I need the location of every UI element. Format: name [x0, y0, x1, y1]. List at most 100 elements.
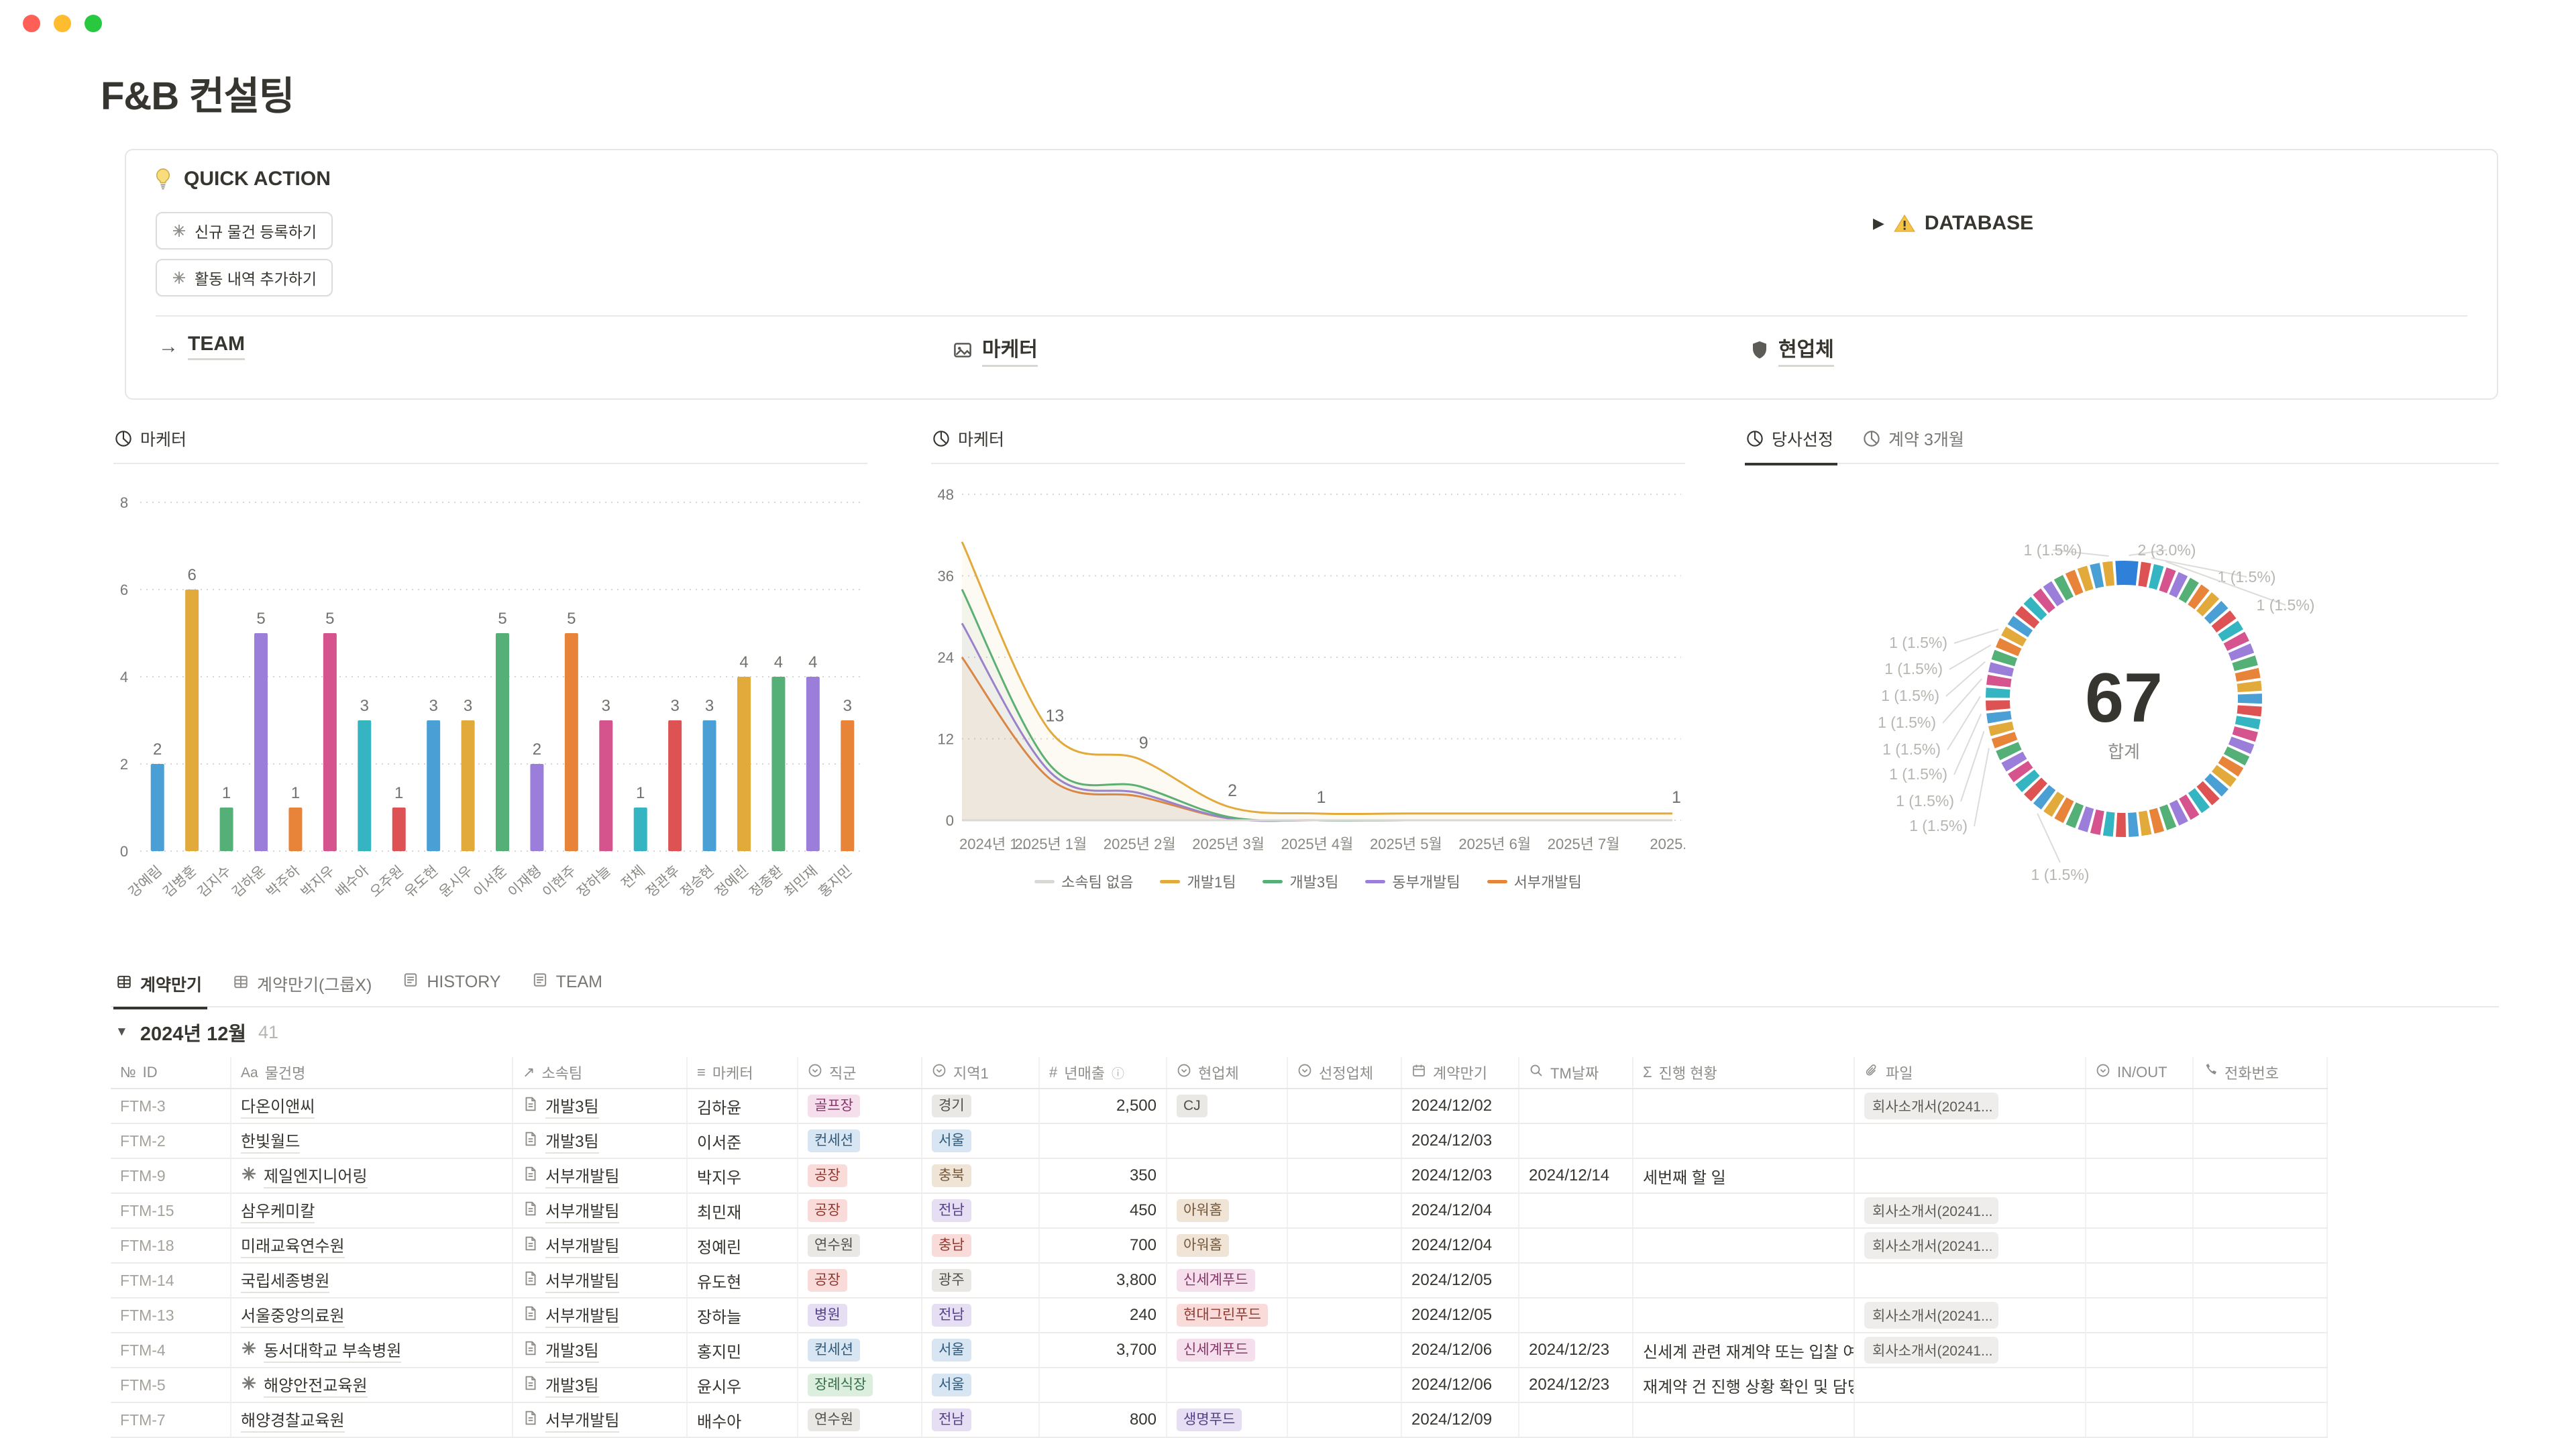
table-row[interactable]: FTM-9제일엔지니어링서부개발팀박지우공장충북3502024/12/03202…	[111, 1159, 2328, 1194]
cell-TM날짜[interactable]: 2024/12/14	[1519, 1159, 1633, 1193]
cell-마케터[interactable]: 이서준	[688, 1124, 798, 1158]
cell-소속팀[interactable]: 개발3팀	[513, 1333, 688, 1367]
team-link[interactable]: 개발3팀	[545, 1337, 599, 1363]
cell-소속팀[interactable]: 개발3팀	[513, 1368, 688, 1402]
property-name-link[interactable]: 국립세종병원	[241, 1268, 329, 1293]
cell-파일[interactable]: 회사소개서(20241...	[1855, 1333, 2086, 1367]
minimize-button[interactable]	[54, 15, 71, 32]
cell-년매출[interactable]	[1040, 1368, 1167, 1402]
cell-ID[interactable]: FTM-15	[111, 1194, 231, 1227]
cell-계약만기[interactable]: 2024/12/06	[1402, 1368, 1519, 1402]
cell-TM날짜[interactable]	[1519, 1264, 1633, 1297]
cell-현업체[interactable]	[1167, 1159, 1288, 1193]
cell-파일[interactable]	[1855, 1264, 2086, 1297]
cell-ID[interactable]: FTM-18	[111, 1229, 231, 1262]
cell-ID[interactable]: FTM-9	[111, 1159, 231, 1193]
table-row[interactable]: FTM-3다온이앤씨개발3팀김하윤골프장경기2,500CJ2024/12/02회…	[111, 1089, 2328, 1124]
cell-마케터[interactable]: 배수아	[688, 1403, 798, 1437]
cell-진행 현황[interactable]	[1633, 1124, 1855, 1158]
legend-item[interactable]: 소속팀 없음	[1034, 871, 1133, 892]
cell-선정업체[interactable]	[1288, 1264, 1402, 1297]
cell-ID[interactable]: FTM-2	[111, 1124, 231, 1158]
close-button[interactable]	[23, 15, 40, 32]
cell-현업체[interactable]: 생명푸드	[1167, 1403, 1288, 1437]
cell-선정업체[interactable]	[1288, 1159, 1402, 1193]
cell-소속팀[interactable]: 서부개발팀	[513, 1194, 688, 1227]
cell-IN/OUT[interactable]	[2086, 1333, 2194, 1367]
cell-마케터[interactable]: 정예린	[688, 1229, 798, 1262]
tab-marketer-bar[interactable]: 마케터	[113, 423, 191, 463]
cell-계약만기[interactable]: 2024/12/04	[1402, 1194, 1519, 1227]
link-contractor[interactable]: 현업체	[1750, 333, 1834, 367]
cell-ID[interactable]: FTM-13	[111, 1298, 231, 1332]
legend-item[interactable]: 동부개발팀	[1365, 871, 1460, 892]
cell-파일[interactable]: 회사소개서(20241...	[1855, 1194, 2086, 1227]
cell-년매출[interactable]	[1040, 1124, 1167, 1158]
cell-마케터[interactable]: 유도현	[688, 1264, 798, 1297]
file-chip[interactable]: 회사소개서(20241...	[1864, 1337, 1998, 1364]
cell-직군[interactable]: 공장	[798, 1264, 922, 1297]
cell-ID[interactable]: FTM-4	[111, 1333, 231, 1367]
cell-직군[interactable]: 연수원	[798, 1403, 922, 1437]
table-row[interactable]: FTM-4동서대학교 부속병원개발3팀홍지민컨세션서울3,700신세계푸드202…	[111, 1333, 2328, 1368]
cell-현업체[interactable]: 아워홈	[1167, 1229, 1288, 1262]
cell-진행 현황[interactable]: 재계약 건 진행 상황 확인 및 담당자	[1633, 1368, 1855, 1402]
property-name-link[interactable]: 해양안전교육원	[264, 1372, 368, 1398]
cell-전화번호[interactable]	[2194, 1264, 2328, 1297]
cell-지역1[interactable]: 광주	[922, 1264, 1040, 1297]
cell-IN/OUT[interactable]	[2086, 1298, 2194, 1332]
column-header-지역1[interactable]: 지역1	[922, 1057, 1040, 1088]
cell-파일[interactable]	[1855, 1368, 2086, 1402]
cell-지역1[interactable]: 서울	[922, 1333, 1040, 1367]
cell-년매출[interactable]: 2,500	[1040, 1089, 1167, 1123]
cell-현업체[interactable]	[1167, 1368, 1288, 1402]
property-name-link[interactable]: 미래교육연수원	[241, 1233, 345, 1258]
cell-ID[interactable]: FTM-3	[111, 1089, 231, 1123]
cell-년매출[interactable]: 350	[1040, 1159, 1167, 1193]
team-link[interactable]: 개발3팀	[545, 1372, 599, 1398]
cell-파일[interactable]	[1855, 1403, 2086, 1437]
cell-계약만기[interactable]: 2024/12/03	[1402, 1159, 1519, 1193]
column-header-마케터[interactable]: ≡마케터	[688, 1057, 798, 1088]
cell-진행 현황[interactable]	[1633, 1089, 1855, 1123]
cell-TM날짜[interactable]	[1519, 1124, 1633, 1158]
team-link[interactable]: 서부개발팀	[545, 1198, 619, 1223]
cell-직군[interactable]: 컨세션	[798, 1124, 922, 1158]
link-marketer[interactable]: 마케터	[953, 333, 1038, 367]
add-activity-button[interactable]: 활동 내역 추가하기	[156, 259, 333, 296]
team-link[interactable]: 서부개발팀	[545, 1407, 619, 1433]
cell-TM날짜[interactable]	[1519, 1194, 1633, 1227]
cell-마케터[interactable]: 홍지민	[688, 1333, 798, 1367]
cell-ID[interactable]: FTM-7	[111, 1403, 231, 1437]
cell-전화번호[interactable]	[2194, 1194, 2328, 1227]
cell-직군[interactable]: 병원	[798, 1298, 922, 1332]
cell-선정업체[interactable]	[1288, 1089, 1402, 1123]
cell-선정업체[interactable]	[1288, 1194, 1402, 1227]
cell-ID[interactable]: FTM-5	[111, 1368, 231, 1402]
file-chip[interactable]: 회사소개서(20241...	[1864, 1302, 1998, 1329]
table-row[interactable]: FTM-2한빛월드개발3팀이서준컨세션서울2024/12/03	[111, 1124, 2328, 1159]
legend-item[interactable]: 서부개발팀	[1487, 871, 1582, 892]
cell-물건명[interactable]: 한빛월드	[231, 1124, 513, 1158]
team-link[interactable]: 서부개발팀	[545, 1233, 619, 1258]
cell-IN/OUT[interactable]	[2086, 1229, 2194, 1262]
file-chip[interactable]: 회사소개서(20241...	[1864, 1093, 1998, 1119]
tab-company-selection[interactable]: 당사선정	[1745, 423, 1837, 465]
cell-TM날짜[interactable]: 2024/12/23	[1519, 1368, 1633, 1402]
cell-계약만기[interactable]: 2024/12/05	[1402, 1264, 1519, 1297]
cell-전화번호[interactable]	[2194, 1089, 2328, 1123]
cell-소속팀[interactable]: 서부개발팀	[513, 1229, 688, 1262]
property-name-link[interactable]: 다온이앤씨	[241, 1093, 315, 1119]
cell-TM날짜[interactable]	[1519, 1298, 1633, 1332]
table-row[interactable]: FTM-14국립세종병원서부개발팀유도현공장광주3,800신세계푸드2024/1…	[111, 1264, 2328, 1298]
cell-마케터[interactable]: 김하윤	[688, 1089, 798, 1123]
cell-계약만기[interactable]: 2024/12/02	[1402, 1089, 1519, 1123]
cell-IN/OUT[interactable]	[2086, 1403, 2194, 1437]
cell-지역1[interactable]: 전남	[922, 1298, 1040, 1332]
cell-전화번호[interactable]	[2194, 1368, 2328, 1402]
cell-년매출[interactable]: 3,800	[1040, 1264, 1167, 1297]
cell-소속팀[interactable]: 서부개발팀	[513, 1264, 688, 1297]
register-new-property-button[interactable]: 신규 물건 등록하기	[156, 212, 333, 250]
cell-ID[interactable]: FTM-14	[111, 1264, 231, 1297]
cell-직군[interactable]: 연수원	[798, 1229, 922, 1262]
